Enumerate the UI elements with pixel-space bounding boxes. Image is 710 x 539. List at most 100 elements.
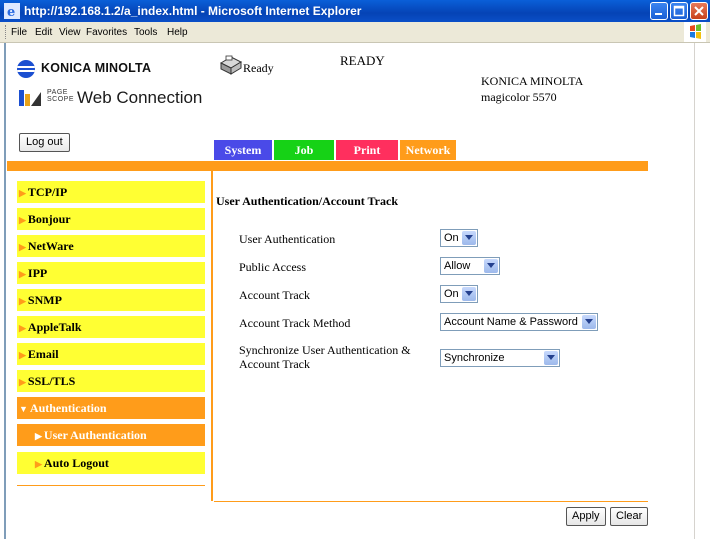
device-model-brand: KONICA MINOLTA	[481, 74, 584, 88]
windows-logo-icon	[684, 22, 706, 42]
sidebar-item-snmp[interactable]: ▶ SNMP	[17, 289, 205, 311]
public-access-select[interactable]: Allow	[440, 257, 500, 275]
sidebar-item-label: NetWare	[27, 239, 74, 253]
menu-view[interactable]: View	[59, 27, 81, 38]
sidebar-item-auto-logout[interactable]: ▶ Auto Logout	[17, 452, 205, 474]
account-track-select[interactable]: On	[440, 285, 478, 303]
pagescope-text: PAGE SCOPE	[47, 89, 75, 103]
synchronize-select[interactable]: Synchronize	[440, 349, 560, 367]
select-value: Account Name & Password	[444, 316, 578, 328]
tab-network[interactable]: Network	[400, 140, 456, 160]
arrow-right-icon: ▶	[19, 215, 26, 225]
konica-minolta-logo: KONICA MINOLTA	[17, 60, 197, 82]
sidebar-item-email[interactable]: ▶ Email	[17, 343, 205, 365]
menu-bar: File Edit View Favorites Tools Help	[0, 22, 710, 43]
sidebar-item-label: Auto Logout	[43, 456, 109, 470]
svg-text:e: e	[7, 5, 15, 19]
arrow-right-icon: ▶	[19, 242, 26, 252]
clear-button[interactable]: Clear	[610, 507, 649, 526]
page-title: User Authentication/Account Track	[216, 194, 398, 208]
sidebar-item-ipp[interactable]: ▶ IPP	[17, 262, 205, 284]
apply-button[interactable]: Apply	[566, 507, 606, 526]
close-window-button[interactable]	[690, 2, 708, 20]
tab-job[interactable]: Job	[274, 140, 334, 160]
field-label-public-access: Public Access	[239, 260, 306, 274]
sidebar-item-authentication[interactable]: ▼ Authentication	[17, 397, 205, 419]
printer-status-display: READY	[340, 53, 385, 68]
menu-grip	[5, 25, 8, 39]
window-title-bar: e http://192.168.1.2/a_index.html - Micr…	[0, 0, 710, 22]
sidebar-item-label: AppleTalk	[27, 320, 82, 334]
user-authentication-select[interactable]: On	[440, 229, 478, 247]
field-label-synchronize: Synchronize User Authentication & Accoun…	[239, 343, 411, 371]
select-value: Synchronize	[444, 352, 505, 364]
content-bottom-divider	[214, 501, 648, 502]
field-label-account-track-method: Account Track Method	[239, 316, 351, 330]
sidebar-item-bonjour[interactable]: ▶ Bonjour	[17, 208, 205, 230]
tab-print[interactable]: Print	[336, 140, 398, 160]
minimize-icon	[655, 13, 662, 15]
sidebar-item-appletalk[interactable]: ▶ AppleTalk	[17, 316, 205, 338]
sidebar-item-label: SNMP	[27, 293, 62, 307]
sidebar-divider	[211, 171, 213, 501]
arrow-down-icon: ▼	[19, 404, 28, 414]
internet-explorer-icon: e	[4, 3, 20, 19]
sidebar-bottom-divider	[17, 485, 205, 486]
menu-edit[interactable]: Edit	[35, 27, 52, 38]
sidebar-item-tcpip[interactable]: ▶ TCP/IP	[17, 181, 205, 203]
chevron-down-icon	[462, 287, 476, 301]
arrow-right-icon: ▶	[19, 323, 26, 333]
printer-icon	[219, 55, 243, 75]
arrow-right-icon: ▶	[19, 188, 26, 198]
chevron-down-icon	[462, 231, 476, 245]
menu-favorites[interactable]: Favorites	[86, 27, 127, 38]
select-value: Allow	[444, 260, 471, 272]
brand-name: KONICA MINOLTA	[41, 61, 152, 75]
printer-status-small: Ready	[243, 61, 274, 75]
sidebar-item-netware[interactable]: ▶ NetWare	[17, 235, 205, 257]
maximize-button[interactable]	[670, 2, 688, 20]
select-value: On	[444, 288, 459, 300]
window-title: http://192.168.1.2/a_index.html - Micros…	[24, 4, 362, 18]
browser-content: KONICA MINOLTA PAGE SCOPE Web Connection…	[0, 43, 710, 539]
arrow-right-icon: ▶	[35, 459, 42, 469]
arrow-right-icon: ▶	[19, 377, 26, 387]
menu-help[interactable]: Help	[167, 27, 188, 38]
tab-system[interactable]: System	[214, 140, 272, 160]
arrow-right-icon: ▶	[19, 296, 26, 306]
select-value: On	[444, 232, 459, 244]
sidebar-item-ssl-tls[interactable]: ▶ SSL/TLS	[17, 370, 205, 392]
konica-minolta-globe-icon	[17, 60, 35, 78]
device-model: KONICA MINOLTA magicolor 5570	[481, 73, 583, 105]
sidebar-item-label: TCP/IP	[27, 185, 68, 199]
chevron-down-icon	[544, 351, 558, 365]
close-icon	[694, 6, 704, 16]
maximize-icon	[673, 5, 685, 17]
menu-tools[interactable]: Tools	[134, 27, 157, 38]
sidebar-item-label: Email	[27, 347, 59, 361]
arrow-right-icon: ▶	[19, 350, 26, 360]
field-label-account-track: Account Track	[239, 288, 310, 302]
pagescope-mark-icon	[19, 90, 41, 106]
tab-underline-bar	[7, 161, 648, 171]
chevron-down-icon	[582, 315, 596, 329]
frame-border	[4, 43, 6, 539]
logout-button[interactable]: Log out	[19, 133, 70, 152]
chevron-down-icon	[484, 259, 498, 273]
sidebar-item-label: User Authentication	[43, 428, 147, 442]
arrow-right-icon: ▶	[35, 431, 42, 441]
sidebar-item-label: SSL/TLS	[27, 374, 76, 388]
right-frame-strip	[694, 43, 710, 539]
sidebar-item-label: Authentication	[29, 401, 107, 415]
arrow-right-icon: ▶	[19, 269, 26, 279]
account-track-method-select[interactable]: Account Name & Password	[440, 313, 598, 331]
web-connection-text: Web Connection	[77, 88, 203, 107]
minimize-button[interactable]	[650, 2, 668, 20]
device-model-name: magicolor 5570	[481, 90, 557, 104]
sidebar-item-label: IPP	[27, 266, 48, 280]
sidebar-item-label: Bonjour	[27, 212, 71, 226]
sidebar-item-user-authentication[interactable]: ▶ User Authentication	[17, 424, 205, 446]
pagescope-logo: PAGE SCOPE Web Connection	[17, 87, 202, 111]
menu-file[interactable]: File	[11, 27, 27, 38]
field-label-user-authentication: User Authentication	[239, 232, 336, 246]
